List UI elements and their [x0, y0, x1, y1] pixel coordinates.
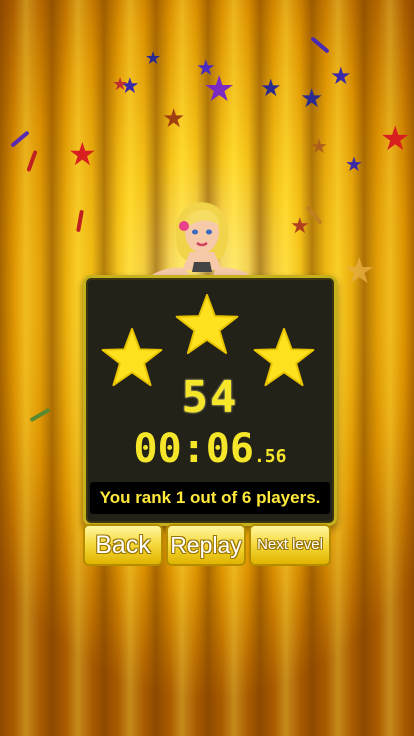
- confetti-star-icon: ★: [330, 62, 352, 90]
- score-display: 54: [181, 372, 239, 423]
- confetti-star-icon: ★: [290, 214, 310, 239]
- confetti-streak: [29, 407, 51, 423]
- timer-main: 00:06: [133, 426, 254, 472]
- confetti-streak: [10, 130, 30, 148]
- next-level-button[interactable]: Next level: [249, 524, 331, 566]
- replay-button[interactable]: Replay: [166, 524, 246, 566]
- confetti-star-icon: ★: [343, 251, 376, 292]
- rank-text: You rank 1 out of 6 players.: [90, 482, 330, 514]
- confetti-star-icon: ★: [345, 152, 363, 176]
- confetti-star-icon: ★: [145, 48, 162, 69]
- confetti-star-icon: ★: [310, 134, 328, 158]
- timer-milliseconds: .56: [253, 446, 287, 467]
- confetti-star-icon: ★: [260, 74, 282, 102]
- timer-display: 00:06.56: [86, 426, 334, 472]
- action-buttons: Back Replay Next level: [83, 524, 331, 566]
- confetti-star-icon: ★: [380, 119, 411, 159]
- star-icon: [175, 293, 239, 355]
- confetti-streak: [26, 149, 38, 173]
- confetti-streak: [310, 36, 330, 54]
- confetti-star-icon: ★: [68, 135, 97, 173]
- confetti-star-icon: ★: [203, 69, 236, 110]
- confetti-star-icon: ★: [112, 74, 129, 95]
- confetti-star-icon: ★: [300, 84, 324, 114]
- confetti-streak: [76, 209, 84, 233]
- back-button[interactable]: Back: [83, 524, 163, 566]
- results-panel: 54 00:06.56 You rank 1 out of 6 players.: [83, 275, 337, 526]
- confetti-star-icon: ★: [162, 104, 186, 134]
